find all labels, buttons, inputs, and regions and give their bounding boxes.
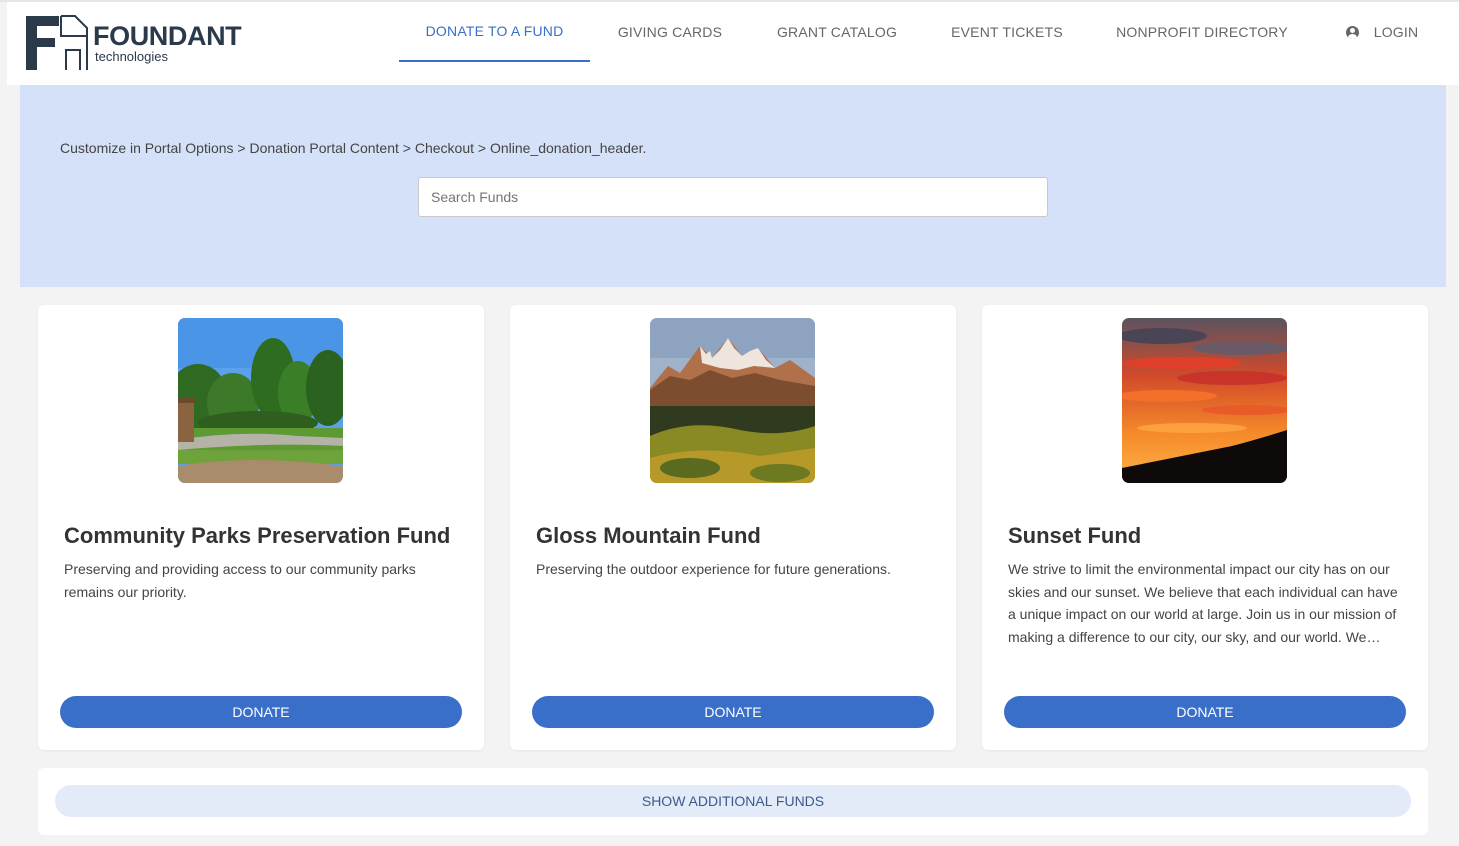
- user-circle-icon: [1345, 25, 1359, 39]
- fund-title[interactable]: Community Parks Preservation Fund: [64, 523, 450, 549]
- login-label: LOGIN: [1373, 24, 1419, 40]
- donate-button[interactable]: DONATE: [60, 696, 462, 728]
- fund-card-community-parks: Community Parks Preservation Fund Preser…: [38, 305, 484, 750]
- fund-card-sunset: Sunset Fund We strive to limit the envir…: [982, 305, 1428, 750]
- fund-title[interactable]: Sunset Fund: [1008, 523, 1141, 549]
- donate-button[interactable]: DONATE: [1004, 696, 1406, 728]
- fund-title[interactable]: Gloss Mountain Fund: [536, 523, 761, 549]
- nav-grant-catalog[interactable]: GRANT CATALOG: [767, 2, 907, 62]
- mountain-photo: [650, 318, 815, 483]
- search-funds-input[interactable]: [418, 177, 1048, 217]
- top-navbar: FOUNDANT technologies DONATE TO A FUND G…: [7, 2, 1459, 85]
- sunset-photo: [1122, 318, 1287, 483]
- fund-description: Preserving the outdoor experience for fu…: [536, 561, 891, 577]
- brand-name: FOUNDANT: [93, 21, 242, 51]
- show-additional-funds-button[interactable]: SHOW ADDITIONAL FUNDS: [55, 785, 1411, 817]
- show-more-panel: SHOW ADDITIONAL FUNDS: [38, 768, 1428, 835]
- fund-description: Preserving and providing access to our c…: [64, 561, 416, 600]
- donation-header: Customize in Portal Options > Donation P…: [20, 85, 1446, 287]
- fund-description: We strive to limit the environmental imp…: [1008, 561, 1398, 645]
- nav-nonprofit-directory[interactable]: NONPROFIT DIRECTORY: [1107, 2, 1297, 62]
- park-photo: [178, 318, 343, 483]
- foundant-logo-mark: [26, 15, 88, 70]
- donate-button[interactable]: DONATE: [532, 696, 934, 728]
- nav-event-tickets[interactable]: EVENT TICKETS: [942, 2, 1072, 62]
- brand-tagline: technologies: [95, 49, 168, 64]
- portal-breadcrumb: Customize in Portal Options > Donation P…: [60, 140, 647, 156]
- nav-donate-to-a-fund[interactable]: DONATE TO A FUND: [399, 2, 590, 62]
- nav-login[interactable]: LOGIN: [1337, 2, 1427, 62]
- foundant-logo[interactable]: FOUNDANT technologies: [25, 14, 255, 74]
- fund-card-gloss-mountain: Gloss Mountain Fund Preserving the outdo…: [510, 305, 956, 750]
- nav-giving-cards[interactable]: GIVING CARDS: [607, 2, 733, 62]
